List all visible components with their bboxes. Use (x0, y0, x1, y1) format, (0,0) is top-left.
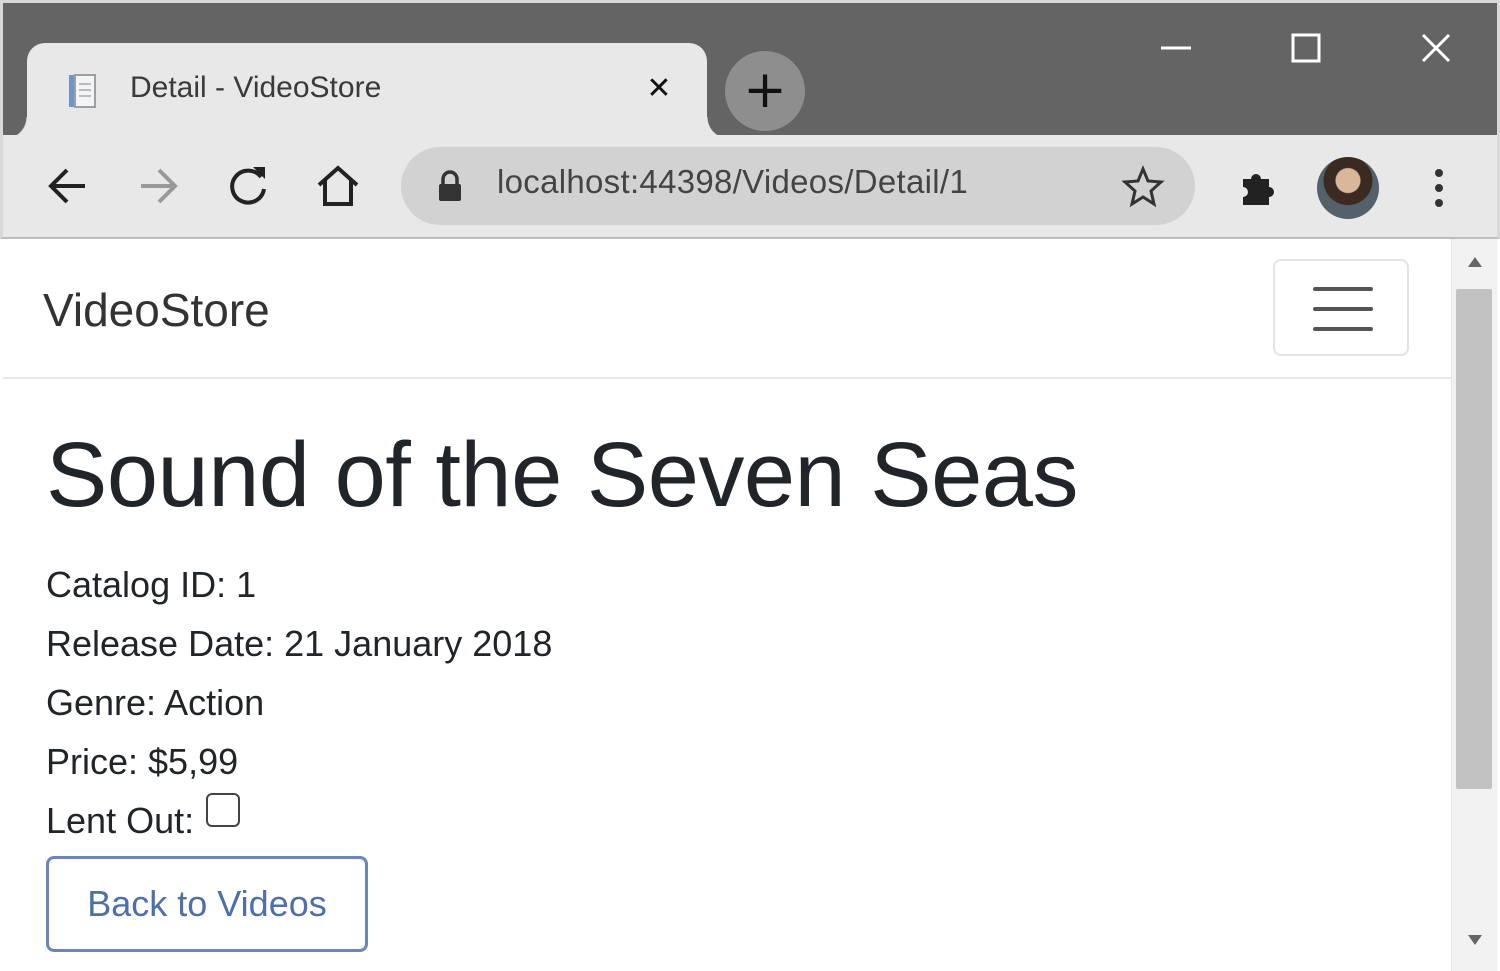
hamburger-icon-bar (1313, 307, 1373, 311)
hamburger-icon-bar (1313, 287, 1373, 291)
vertical-scrollbar[interactable] (1451, 239, 1497, 971)
scrollbar-thumb[interactable] (1456, 289, 1492, 789)
avatar[interactable] (1317, 157, 1379, 219)
browser-toolbar: localhost:44398/Videos/Detail/1 (0, 135, 1500, 239)
browser-titlebar: Detail - VideoStore ✕ + (0, 0, 1500, 139)
lent-out-checkbox[interactable] (206, 793, 241, 827)
back-to-videos-button[interactable]: Back to Videos (46, 856, 368, 952)
browser-tab[interactable]: Detail - VideoStore ✕ (5, 43, 729, 139)
hamburger-icon-bar (1313, 327, 1373, 331)
tab-title: Detail - VideoStore (130, 71, 382, 104)
reload-icon[interactable] (223, 161, 273, 211)
lock-icon[interactable] (435, 169, 465, 203)
home-icon[interactable] (313, 161, 363, 211)
new-tab-button[interactable]: + (725, 51, 805, 131)
scroll-up-icon[interactable] (1466, 255, 1484, 269)
forward-arrow-icon[interactable] (133, 161, 183, 211)
navbar-toggler-button[interactable] (1273, 259, 1409, 356)
navbar: VideoStore (3, 239, 1451, 379)
close-icon[interactable]: ✕ (643, 73, 675, 105)
navbar-brand[interactable]: VideoStore (43, 283, 270, 337)
scroll-down-icon[interactable] (1466, 933, 1484, 947)
url-text[interactable]: localhost:44398/Videos/Detail/1 (497, 163, 968, 201)
star-icon[interactable] (1121, 165, 1165, 209)
page-title: Sound of the Seven Seas (46, 424, 1078, 526)
video-detail: Sound of the Seven Seas Catalog ID: 1 Re… (46, 429, 1078, 952)
price: Price: $5,99 (46, 741, 239, 782)
file-icon (69, 74, 96, 108)
plus-icon: + (743, 60, 787, 120)
close-window-icon[interactable] (1411, 23, 1461, 73)
extensions-icon[interactable] (1233, 161, 1283, 211)
catalog-id: Catalog ID: 1 (46, 564, 257, 605)
back-arrow-icon[interactable] (43, 161, 93, 211)
address-bar[interactable]: localhost:44398/Videos/Detail/1 (401, 147, 1195, 225)
lent-out-label: Lent Out: (46, 800, 195, 841)
lent-out-row: Lent Out: (46, 791, 1078, 850)
minimize-icon[interactable] (1151, 23, 1201, 73)
more-vert-icon[interactable] (1423, 165, 1455, 211)
maximize-icon[interactable] (1281, 23, 1331, 73)
genre: Genre: Action (46, 682, 265, 723)
release-date: Release Date: 21 January 2018 (46, 623, 553, 664)
page-viewport: VideoStore Sound of the Seven Seas Catal… (3, 239, 1497, 971)
